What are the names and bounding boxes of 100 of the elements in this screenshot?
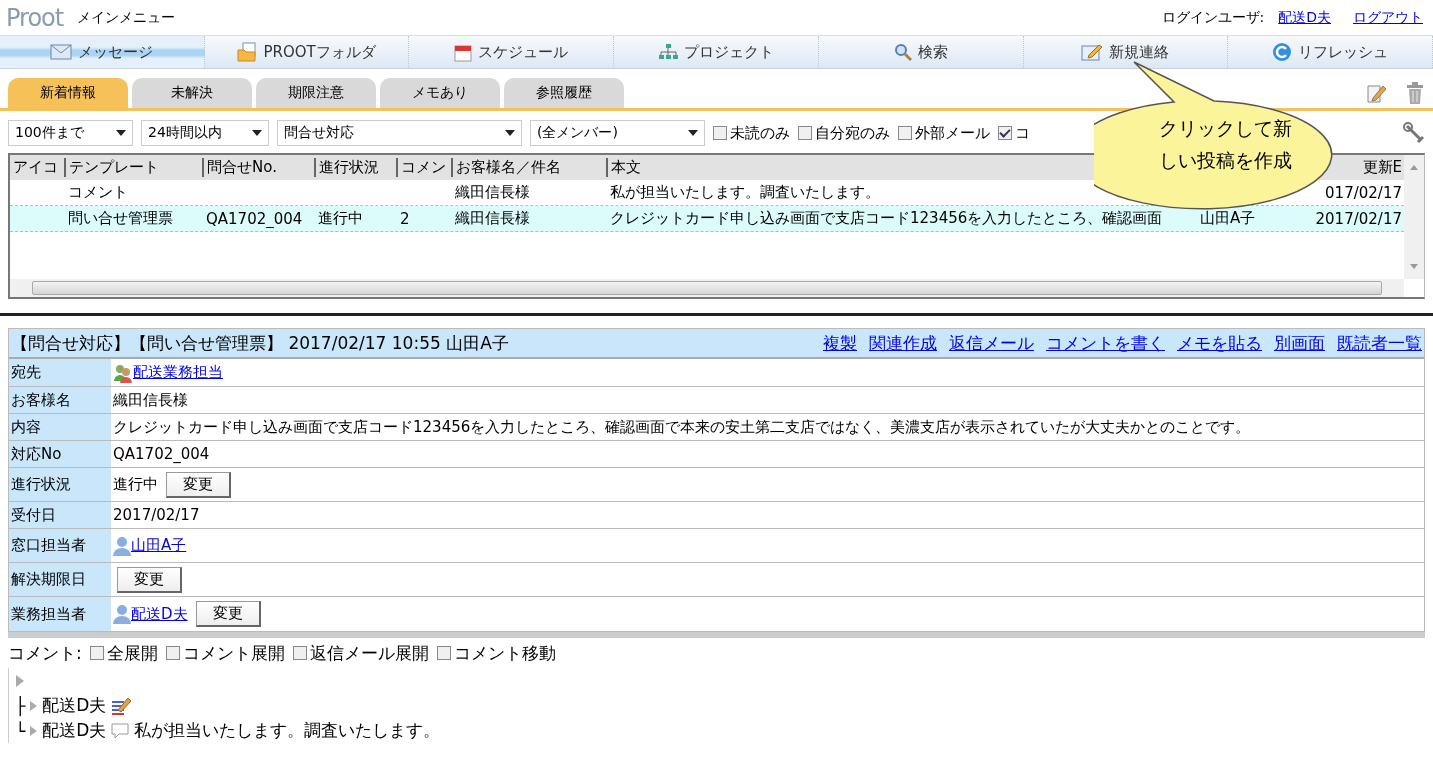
tab[interactable]: メモあり bbox=[380, 78, 500, 108]
action-link[interactable]: 別画面 bbox=[1274, 331, 1325, 355]
tree-connector: ├ bbox=[15, 695, 26, 716]
checkbox[interactable] bbox=[713, 126, 727, 140]
horizontal-scrollbar[interactable] bbox=[10, 279, 1404, 297]
refresh-icon bbox=[1272, 42, 1293, 62]
page-title: メインメニュー bbox=[77, 8, 176, 27]
comment-author: 配送D夫 bbox=[42, 719, 107, 742]
nav-menu-item[interactable]: PROOTフォルダ bbox=[204, 36, 410, 68]
checkbox-label: 返信メール展開 bbox=[309, 641, 429, 665]
field-value: QA1702_004 bbox=[113, 445, 210, 463]
dropdown[interactable]: 100件まで bbox=[8, 120, 133, 146]
nav-menu-item[interactable]: スケジュール bbox=[409, 36, 615, 68]
dropdown-arrow-icon bbox=[252, 130, 262, 136]
table-cell-text: 問い合せ管理票 bbox=[67, 209, 174, 228]
comment-label: コメント: bbox=[8, 641, 82, 665]
field-label: 対応No bbox=[9, 441, 111, 467]
dropdown-arrow-icon bbox=[116, 130, 126, 136]
table-cell-text: QA1702_004 bbox=[205, 209, 304, 228]
edit-note-icon[interactable] bbox=[1365, 82, 1387, 104]
table-cell-text: 山田A子 bbox=[1199, 209, 1257, 228]
nav-menu-item[interactable]: リフレッシュ bbox=[1228, 36, 1433, 68]
checkbox-label: 未読のみ bbox=[730, 123, 790, 143]
expand-arrow-icon[interactable] bbox=[15, 673, 25, 688]
checkbox[interactable] bbox=[998, 126, 1012, 140]
user-link[interactable]: 配送D夫 bbox=[1278, 8, 1331, 27]
column-header[interactable]: 本文 bbox=[611, 158, 641, 176]
dropdown-arrow-icon bbox=[688, 130, 698, 136]
nav-menu-item[interactable]: プロジェクト bbox=[614, 36, 819, 68]
field-link[interactable]: 配送D夫 bbox=[131, 604, 188, 624]
checkbox[interactable] bbox=[292, 646, 307, 660]
change-button[interactable]: 変更 bbox=[117, 566, 182, 593]
scroll-up-arrow-icon[interactable] bbox=[1410, 165, 1418, 170]
calendar-icon bbox=[454, 42, 473, 62]
checkbox-label: コメント展開 bbox=[182, 641, 285, 665]
field-label: 解決期限日 bbox=[9, 563, 111, 596]
field-link[interactable]: 山田A子 bbox=[131, 536, 187, 555]
checkbox-label: 外部メール bbox=[915, 123, 990, 143]
checkbox-label: 全展開 bbox=[106, 641, 158, 665]
tab[interactable]: 新着情報 bbox=[8, 78, 128, 108]
action-link[interactable]: 関連作成 bbox=[869, 331, 937, 355]
table-row[interactable]: 問い合せ管理票 QA1702_004 進行中 2 織田信長様 クレジットカード申し込み画面で支店コード123456を入力したところ、確認画面 山田A子 2017/02/17 bbox=[10, 206, 1404, 232]
hierarchy-icon bbox=[658, 43, 678, 61]
scroll-down-arrow-icon[interactable] bbox=[1410, 264, 1418, 269]
speech-bubble-icon bbox=[110, 721, 131, 740]
comment-text: 私が担当いたします。調査いたします。 bbox=[134, 719, 441, 742]
tree-connector: └ bbox=[15, 720, 26, 741]
tab[interactable]: 期限注意 bbox=[256, 78, 376, 108]
logout-link[interactable]: ログアウト bbox=[1353, 8, 1423, 27]
field-label: 受付日 bbox=[9, 502, 111, 528]
expand-arrow-icon[interactable] bbox=[29, 724, 39, 737]
field-label: 宛先 bbox=[9, 359, 111, 386]
checkbox[interactable] bbox=[898, 126, 912, 140]
checkbox[interactable] bbox=[798, 126, 812, 140]
dropdown[interactable]: 24時間以内 bbox=[141, 120, 269, 146]
column-header[interactable]: コメン bbox=[401, 158, 446, 176]
table-cell-text: 進行中 bbox=[317, 209, 364, 228]
action-link[interactable]: 複製 bbox=[823, 331, 857, 355]
action-link[interactable]: コメントを書く bbox=[1046, 331, 1165, 355]
dropdown-arrow-icon bbox=[505, 130, 515, 136]
column-header[interactable]: お客様名／件名 bbox=[456, 158, 561, 176]
memo-icon bbox=[110, 695, 133, 716]
change-button[interactable]: 変更 bbox=[195, 601, 261, 627]
action-link[interactable]: メモを貼る bbox=[1177, 331, 1262, 355]
edit-icon bbox=[1081, 43, 1104, 61]
logo: Proot bbox=[6, 3, 64, 32]
post-title: 【問合せ対応】【問い合せ管理票】 2017/02/17 10:55 山田A子 bbox=[11, 331, 509, 355]
column-header[interactable]: テンプレート bbox=[69, 158, 159, 176]
table-cell-text: コメント bbox=[67, 183, 129, 202]
checkbox[interactable] bbox=[165, 646, 180, 660]
trash-icon[interactable] bbox=[1405, 82, 1425, 104]
user-icon bbox=[113, 604, 131, 624]
column-header[interactable]: 進行状況 bbox=[319, 158, 379, 176]
nav-menu-item[interactable]: メッセージ bbox=[0, 36, 205, 68]
change-button[interactable]: 変更 bbox=[166, 471, 231, 498]
column-header[interactable]: 問合せNo. bbox=[207, 158, 277, 176]
callout-text: クリックして新しい投稿を作成 bbox=[1157, 116, 1293, 174]
dropdown[interactable]: 問合せ対応 bbox=[277, 120, 522, 146]
action-link[interactable]: 既読者一覧 bbox=[1337, 331, 1422, 355]
checkbox-label: 自分宛のみ bbox=[815, 123, 890, 143]
tab[interactable]: 未解決 bbox=[132, 78, 252, 108]
table-cell-text: 017/02/17 bbox=[1324, 183, 1403, 202]
user-icon bbox=[113, 535, 131, 556]
checkbox[interactable] bbox=[436, 646, 451, 660]
vertical-scrollbar[interactable] bbox=[1404, 155, 1424, 279]
search-icon bbox=[893, 43, 912, 61]
action-link[interactable]: 返信メール bbox=[949, 331, 1034, 355]
comment-author: 配送D夫 bbox=[42, 694, 107, 717]
expand-arrow-icon[interactable] bbox=[29, 699, 39, 712]
field-value: 織田信長様 bbox=[113, 390, 188, 410]
column-header[interactable]: アイコ bbox=[13, 158, 58, 176]
tab[interactable]: 参照履歴 bbox=[504, 78, 624, 108]
field-link[interactable]: 配送業務担当 bbox=[133, 363, 223, 382]
field-value: 進行中 bbox=[113, 475, 158, 494]
dropdown[interactable]: (全メンバー) bbox=[530, 120, 705, 146]
column-header[interactable]: 更新E bbox=[1362, 158, 1402, 176]
nav-menu-item[interactable]: 検索 bbox=[818, 36, 1024, 68]
field-label: 窓口担当者 bbox=[9, 529, 111, 562]
checkbox[interactable] bbox=[89, 646, 104, 660]
group-icon bbox=[113, 362, 133, 383]
